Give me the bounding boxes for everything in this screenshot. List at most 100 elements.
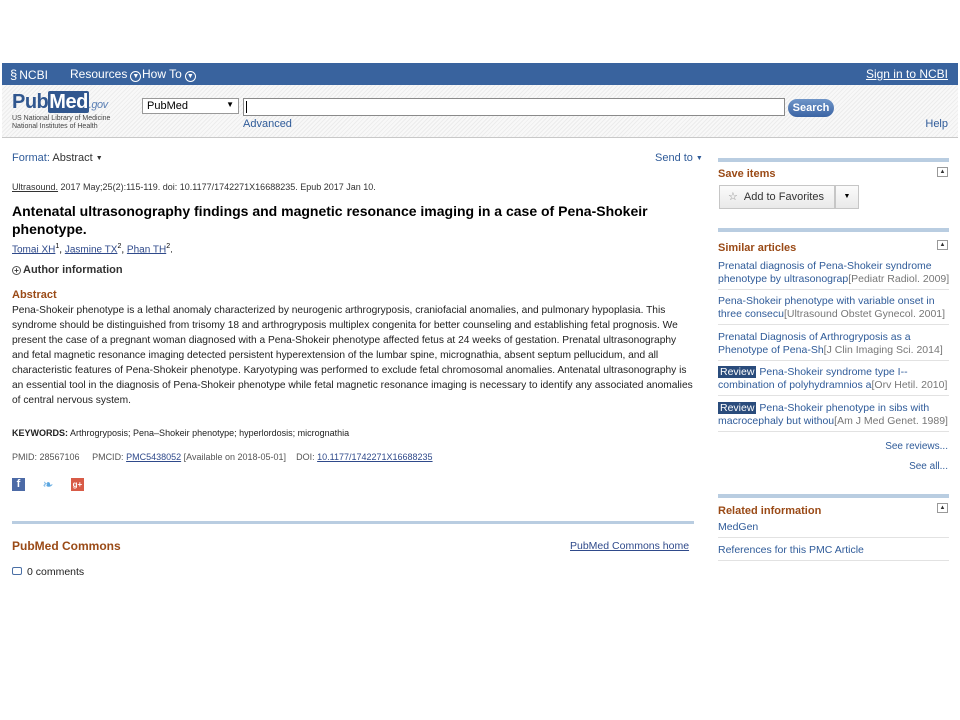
logo-subtitle: US National Library of Medicine National… (12, 115, 110, 131)
similar-article-item[interactable]: Prenatal Diagnosis of Arthrogryposis as … (718, 331, 949, 361)
search-button[interactable]: Search (788, 99, 834, 117)
search-band: PubMed.gov US National Library of Medici… (2, 85, 958, 138)
citation-details: 2017 May;25(2):115-119. doi: 10.1177/174… (58, 182, 376, 192)
sidebar-divider (718, 494, 949, 498)
related-link-pmc-references[interactable]: References for this PMC Article (718, 544, 949, 561)
format-selector[interactable]: Format: Abstract ▼ (12, 152, 103, 164)
pubmed-commons-home-link[interactable]: PubMed Commons home (570, 540, 689, 552)
ncbi-logo[interactable]: § NCBI (10, 67, 48, 82)
related-information-heading: Related information (718, 505, 822, 517)
facebook-icon[interactable]: f (12, 478, 25, 492)
chevron-down-icon: ▼ (184, 71, 196, 82)
abstract-heading: Abstract (12, 289, 57, 301)
signin-link[interactable]: Sign in to NCBI (866, 67, 948, 81)
collapse-toggle-icon[interactable]: ▲ (937, 167, 948, 177)
database-select-value: PubMed (147, 100, 188, 112)
caret-down-icon: ▼ (843, 193, 851, 200)
abstract-text: Pena-Shokeir phenotype is a lethal anoma… (12, 305, 693, 406)
similar-article-title: Pena-Shokeir syndrome type I-- (756, 366, 908, 378)
sidebar-divider (718, 158, 949, 162)
similar-article-item[interactable]: Review Pena-Shokeir syndrome type I-- co… (718, 366, 949, 396)
star-icon: ☆ (728, 191, 738, 203)
pmc-availability: [Available on 2018-05-01] (183, 452, 287, 462)
author-affil-sup: 2 (166, 243, 171, 250)
database-select[interactable]: PubMed ▼ (142, 98, 239, 114)
resources-label: Resources (70, 67, 128, 81)
ncbi-top-bar: § NCBI Resources ▼ How To ▼ Sign in to NCBI (2, 63, 958, 85)
similar-article-source: [Am J Med Genet. 1989] (834, 415, 948, 427)
google-plus-icon[interactable]: g+ (70, 478, 84, 492)
add-to-favorites-button[interactable]: ☆ Add to Favorites (719, 185, 835, 209)
similar-article-source: [Pediatr Radiol. 2009] (848, 273, 949, 285)
caret-down-icon: ▼ (695, 155, 703, 162)
collapse-toggle-icon[interactable]: ▲ (937, 240, 948, 250)
article-title: Antenatal ultrasonography findings and m… (12, 203, 648, 237)
comments-link[interactable]: 0 comments (12, 566, 84, 578)
similar-article-item[interactable]: Review Pena-Shokeir phenotype in sibs wi… (718, 402, 949, 432)
logo-gov: .gov (88, 99, 108, 111)
ncbi-helix-icon: § (10, 67, 18, 82)
similar-article-title-cont: Phenotype of Pena-Sh (718, 344, 824, 356)
comments-count: 0 comments (27, 566, 85, 578)
similar-article-title: Pena-Shokeir phenotype with variable ons… (718, 295, 935, 307)
logo-med: Med (48, 91, 89, 113)
keywords-values: Arthrogryposis; Pena–Shokeir phenotype; … (70, 428, 350, 438)
see-reviews-link[interactable]: See reviews... (885, 441, 948, 452)
pubmed-commons-heading: PubMed Commons (12, 539, 121, 553)
logo-sub-line2: National Institutes of Health (12, 123, 98, 130)
keywords-label: KEYWORDS: (12, 428, 68, 438)
author-information-label: Author information (23, 264, 123, 276)
author-affil-sup: 1 (55, 243, 60, 250)
similar-article-title: Pena-Shokeir phenotype in sibs with (756, 402, 930, 414)
help-link[interactable]: Help (925, 118, 948, 130)
see-all-link[interactable]: See all... (909, 461, 948, 472)
pubmed-logo[interactable]: PubMed.gov (12, 91, 108, 114)
author-link[interactable]: Tomai XH (12, 244, 55, 255)
caret-down-icon: ▼ (95, 155, 103, 162)
author-affil-sup: 2 (117, 243, 122, 250)
similar-article-title-cont: combination of polyhydramnios a (718, 379, 872, 391)
similar-article-title-cont: three consecu (718, 308, 784, 320)
journal-link[interactable]: Ultrasound. (12, 182, 58, 192)
text-caret (246, 101, 247, 113)
section-divider (12, 521, 694, 524)
comment-bubble-icon (12, 567, 22, 575)
logo-sub-line1: US National Library of Medicine (12, 115, 111, 122)
similar-article-title: Prenatal Diagnosis of Arthrogryposis as … (718, 331, 911, 343)
review-badge: Review (718, 402, 757, 414)
doi-link[interactable]: 10.1177/1742271X16688235 (317, 452, 432, 462)
pmcid-label: PMCID: (92, 452, 124, 462)
related-link-medgen[interactable]: MedGen (718, 521, 949, 538)
chevron-down-icon: ▼ (130, 71, 142, 82)
author-link[interactable]: Jasmine TX (65, 244, 118, 255)
similar-article-source: [Orv Hetil. 2010] (871, 379, 948, 391)
save-items-heading: Save items (718, 168, 776, 180)
similar-article-item[interactable]: Prenatal diagnosis of Pena-Shokeir syndr… (718, 260, 949, 290)
pmid: PMID: 28567106 (12, 452, 80, 462)
similar-article-title-cont: phenotype by ultrasonograp (718, 273, 849, 285)
search-input[interactable] (243, 98, 785, 116)
pmcid-link[interactable]: PMC5438052 (126, 452, 181, 462)
twitter-icon[interactable]: ❧ (41, 478, 54, 491)
format-label: Format: (12, 152, 50, 164)
resources-menu[interactable]: Resources ▼ (70, 67, 142, 82)
format-value: Abstract (52, 152, 93, 164)
ncbi-logo-text: NCBI (19, 68, 48, 82)
author-list: Tomai XH1, Jasmine TX2, Phan TH2. (12, 243, 173, 256)
author-information-toggle[interactable]: + Author information (12, 264, 123, 276)
author-link[interactable]: Phan TH (127, 244, 166, 255)
similar-article-title-cont: macrocephaly but withou (718, 415, 835, 427)
send-to-label: Send to (655, 152, 693, 164)
favorites-dropdown-button[interactable]: ▼ (835, 185, 859, 209)
similar-article-source: [J Clin Imaging Sci. 2014] (823, 344, 943, 356)
howto-label: How To (142, 67, 182, 81)
advanced-search-link[interactable]: Advanced (243, 118, 292, 130)
collapse-toggle-icon[interactable]: ▲ (937, 503, 948, 513)
similar-article-item[interactable]: Pena-Shokeir phenotype with variable ons… (718, 295, 949, 325)
similar-article-source: [Ultrasound Obstet Gynecol. 2001] (783, 308, 946, 320)
identifiers-line: PMID: 28567106 PMCID: PMC5438052 [Availa… (12, 452, 433, 462)
howto-menu[interactable]: How To ▼ (142, 67, 196, 82)
send-to-menu[interactable]: Send to ▼ (655, 152, 703, 164)
sidebar-divider (718, 228, 949, 232)
add-to-favorites-label: Add to Favorites (743, 191, 824, 203)
